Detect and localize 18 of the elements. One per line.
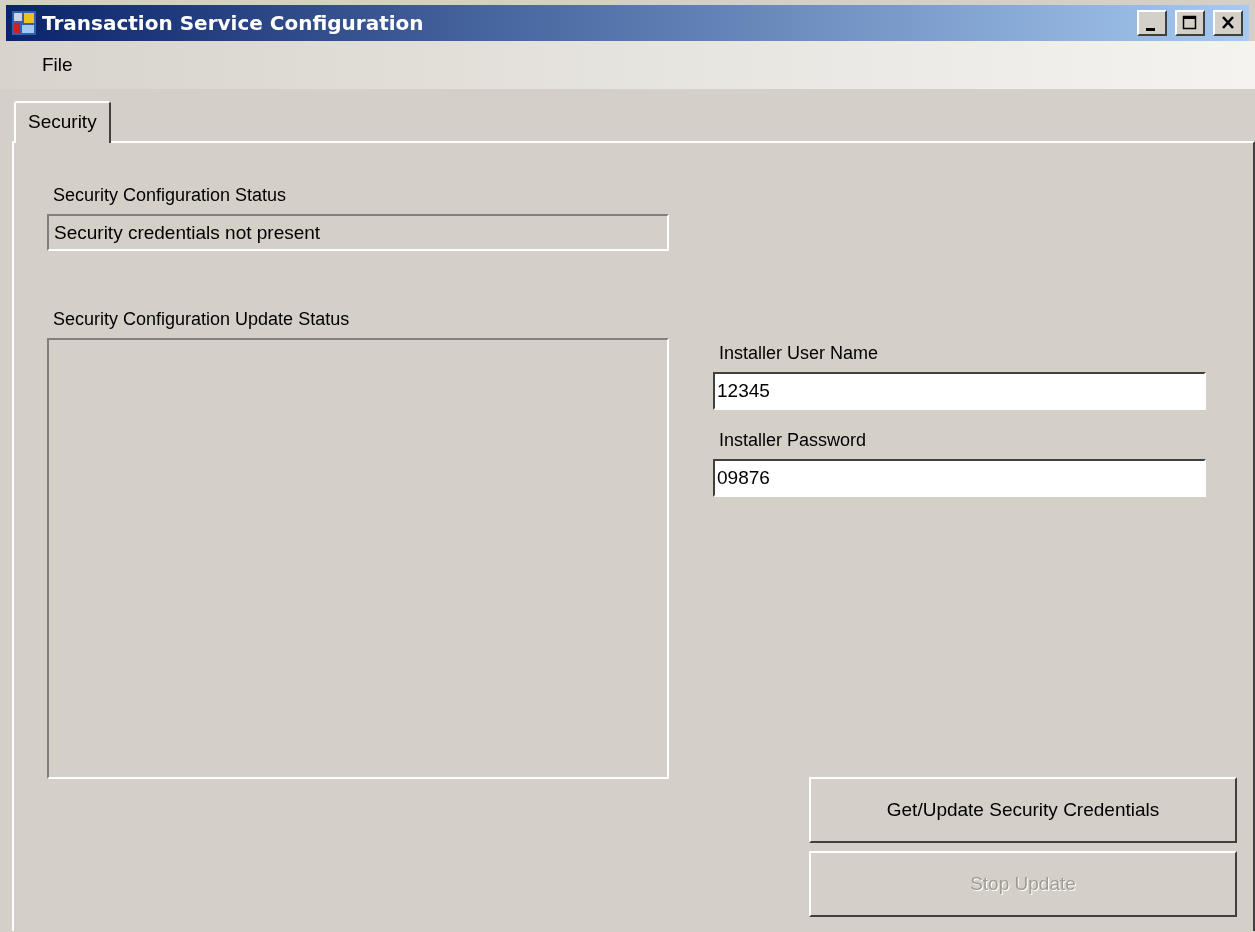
status-field: Security credentials not present [47,214,669,251]
window-title: Transaction Service Configuration [42,11,425,35]
minimize-icon [1145,28,1155,31]
maximize-icon [1181,15,1199,31]
field-label: Security Configuration Update Status [53,309,351,330]
app-icon [12,11,36,35]
tab[interactable]: Security [14,101,111,143]
menu-item[interactable]: File [30,50,85,80]
field-label: Installer Password [719,430,868,451]
close-button[interactable] [1213,10,1243,36]
input-field[interactable]: 09876 [713,459,1206,497]
minimize-button[interactable] [1137,10,1167,36]
field-label: Installer User Name [719,343,880,364]
input-field[interactable]: 12345 [713,372,1206,410]
action-button[interactable]: Get/Update Security Credentials [809,777,1237,843]
maximize-button[interactable] [1175,10,1205,36]
field-label: Security Configuration Status [53,185,288,206]
close-icon [1219,15,1237,31]
